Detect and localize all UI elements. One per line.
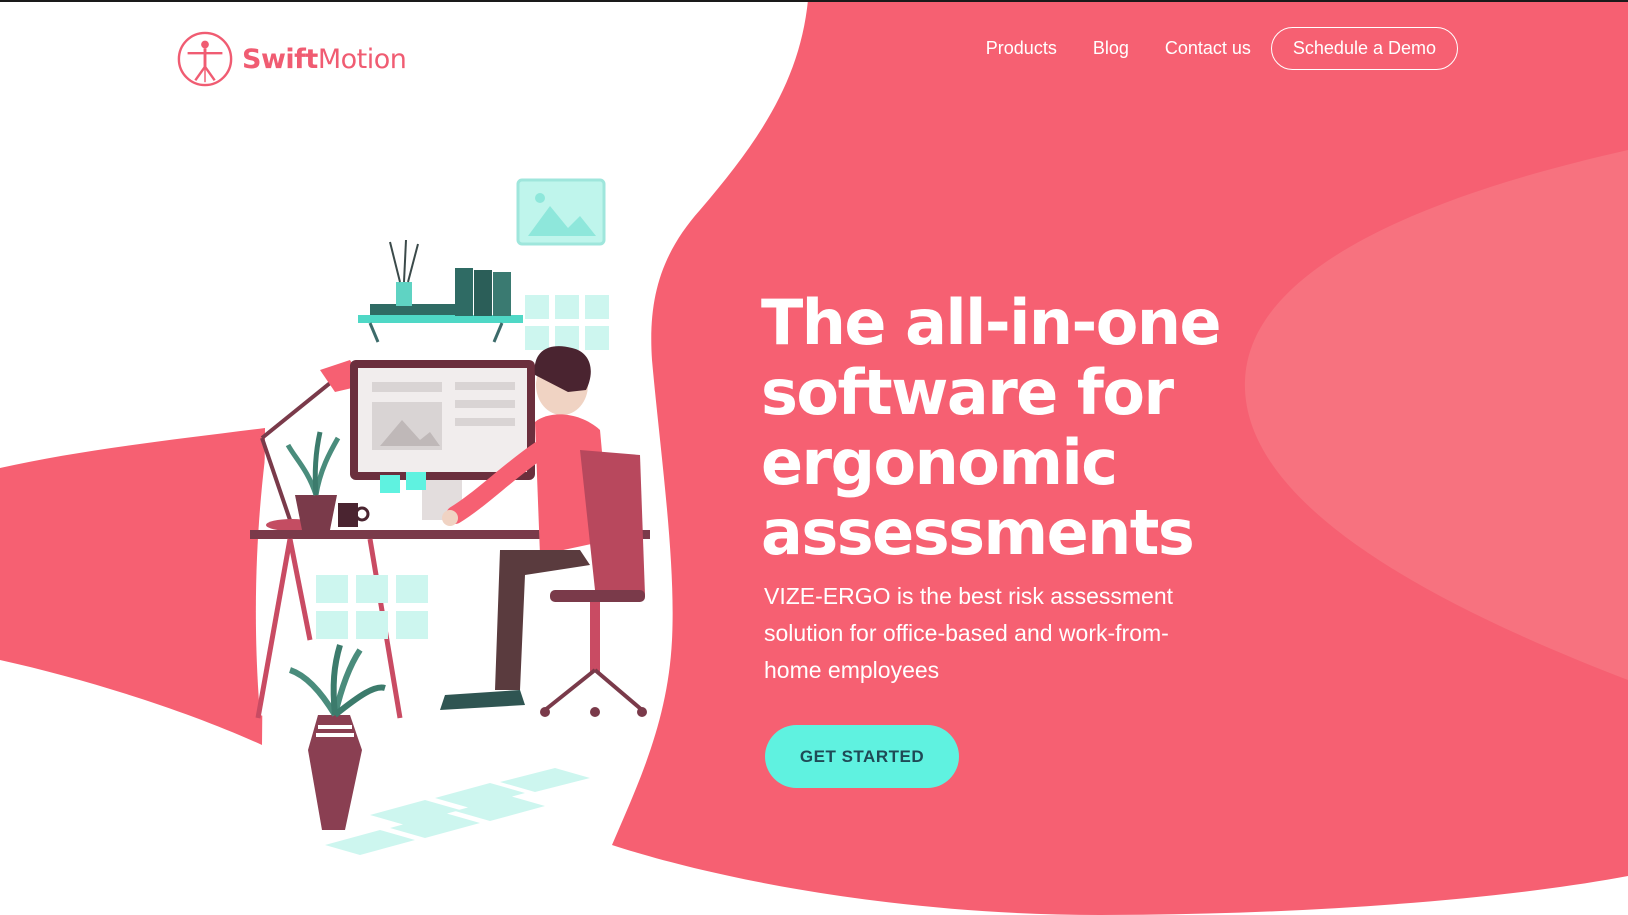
person-at-desk-illustration bbox=[250, 178, 661, 855]
nav-link-blog[interactable]: Blog bbox=[1093, 38, 1129, 59]
nav-link-contact-us[interactable]: Contact us bbox=[1165, 38, 1251, 59]
get-started-button[interactable]: GET STARTED bbox=[765, 725, 959, 788]
brand-name-bold: Swift bbox=[242, 43, 318, 75]
brand-logo[interactable]: SwiftMotion bbox=[176, 30, 407, 88]
hero-subtitle: VIZE-ERGO is the best risk assessment so… bbox=[764, 583, 1174, 683]
brand-name-light: Motion bbox=[317, 43, 407, 75]
nav-link-products[interactable]: Products bbox=[986, 38, 1057, 59]
vitruvian-man-icon bbox=[177, 31, 233, 87]
hero-section: The all-in-one software for ergonomic as… bbox=[761, 288, 1301, 689]
hero-title: The all-in-one software for ergonomic as… bbox=[761, 286, 1222, 569]
brand-wordmark: SwiftMotion bbox=[242, 43, 407, 75]
top-navigation: Products Blog Contact us Schedule a Demo bbox=[986, 27, 1458, 70]
schedule-demo-button[interactable]: Schedule a Demo bbox=[1270, 27, 1458, 70]
